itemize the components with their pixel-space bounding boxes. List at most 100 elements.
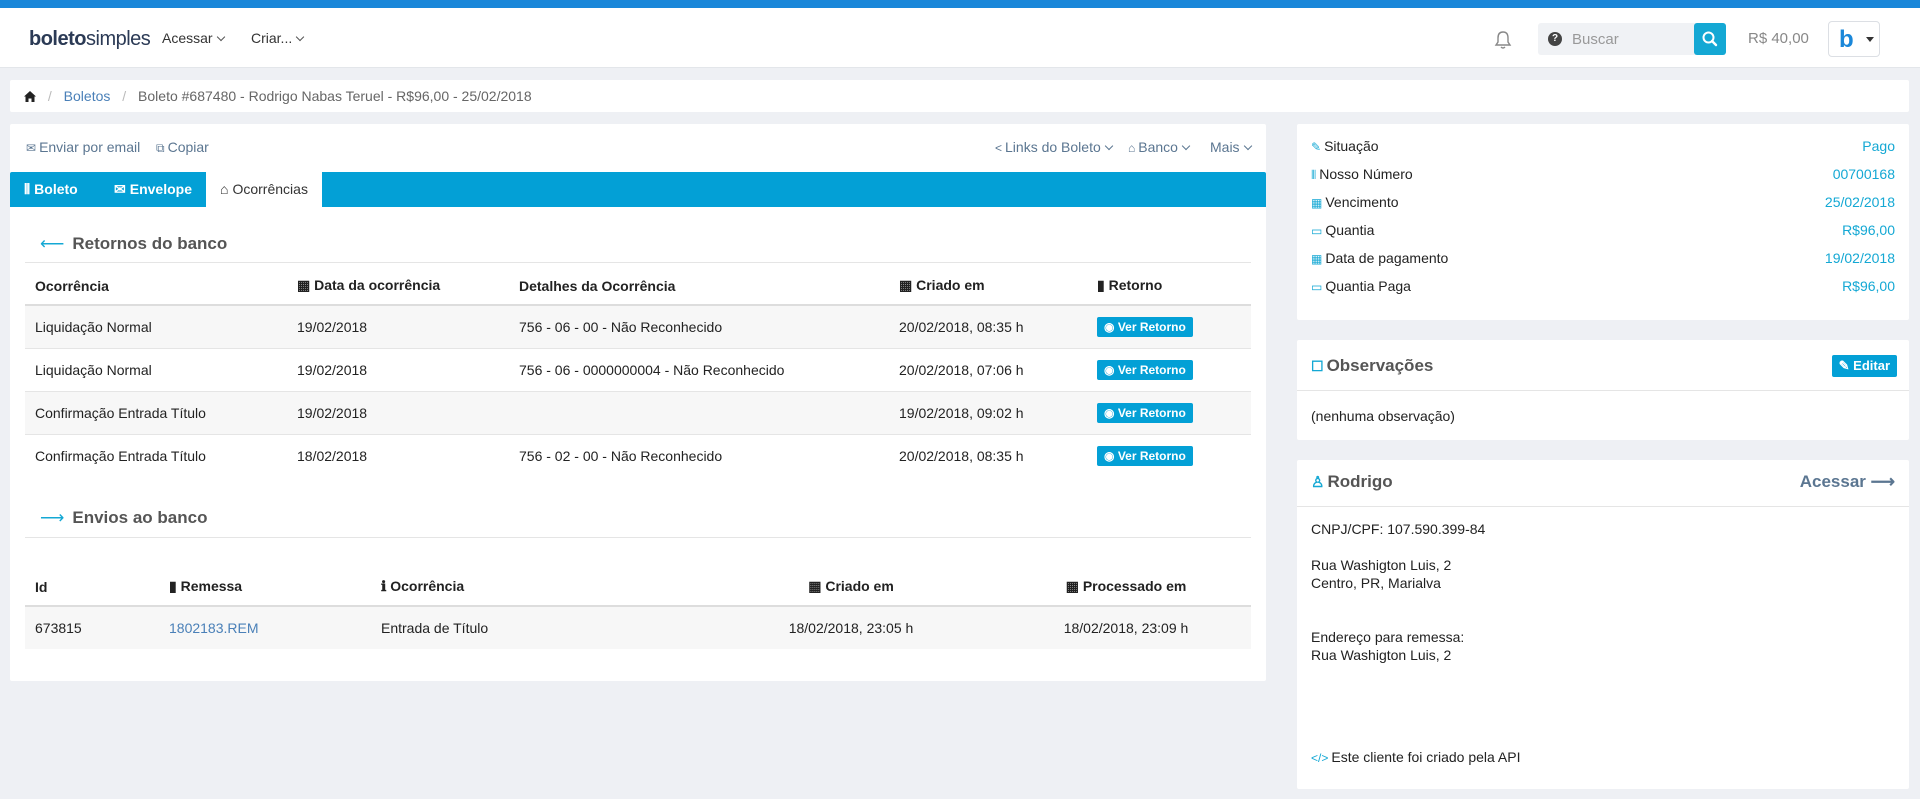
cell: ◉ Ver Retorno [1087, 304, 1251, 348]
cell: 20/02/2018, 08:35 h [889, 304, 1087, 348]
customer-address-line2: Centro, PR, Marialva [1311, 575, 1441, 591]
home-icon[interactable] [24, 91, 36, 102]
tab-envelope[interactable]: ✉ Envelope [100, 172, 206, 207]
info-row-nosso-numero: ⦀ Nosso Número 00700168 [1311, 166, 1895, 182]
toolbar: ✉ Enviar por email ⧉ Copiar < Links do Bole… [10, 124, 1266, 172]
col-retorno: ▮ Retorno [1087, 267, 1251, 306]
search-button[interactable] [1694, 23, 1726, 55]
info-row-situacao: ✎ Situação Pago [1311, 138, 1895, 154]
file-icon: ▮ [1097, 277, 1109, 293]
observacoes-text: (nenhuma observação) [1311, 408, 1455, 424]
cell: 19/02/2018 [287, 347, 509, 391]
cell [509, 390, 889, 434]
cell: 1802183.REM [159, 605, 371, 649]
top-accent-bar [0, 0, 1920, 8]
note-icon: ☐ [1311, 358, 1324, 374]
cell: 20/02/2018, 08:35 h [889, 433, 1087, 477]
banco-dropdown[interactable]: ⌂ Banco [1128, 139, 1191, 155]
search-input[interactable] [1572, 23, 1692, 55]
info-row-data-pagamento: ▦ Data de pagamento 19/02/2018 [1311, 250, 1895, 266]
cell: 756 - 06 - 00 - Não Reconhecido [509, 304, 889, 348]
cell: ◉ Ver Retorno [1087, 433, 1251, 477]
search-box: ? [1538, 23, 1698, 55]
info-row-quantia-paga: ▭ Quantia Paga R$96,00 [1311, 278, 1895, 294]
calendar-icon: ▦ [808, 578, 826, 594]
col-processado-em: ▦ Processado em [991, 568, 1251, 607]
chevron-down-icon [1181, 141, 1191, 151]
cell: 673815 [25, 605, 159, 649]
balance: R$ 40,00 [1748, 30, 1809, 47]
nav-acessar[interactable]: Acessar [162, 30, 225, 46]
pencil-icon: ✎ [1838, 358, 1854, 373]
chevron-down-icon [295, 32, 305, 42]
customer-acessar-link[interactable]: Acessar ⟶ [1800, 472, 1895, 492]
breadcrumb-current: Boleto #687480 - Rodrigo Nabas Teruel - … [138, 88, 532, 104]
ver-retorno-button[interactable]: ◉ Ver Retorno [1097, 402, 1193, 423]
cell: 19/02/2018 [287, 304, 509, 348]
envios-title: ⟶ Envios ao banco [40, 508, 208, 527]
chevron-down-icon [216, 32, 225, 42]
calendar-icon: ▦ [1311, 252, 1323, 266]
cell: 18/02/2018, 23:05 h [701, 605, 991, 649]
customer-address-line1: Rua Washigton Luis, 2 [1311, 557, 1452, 573]
mais-dropdown[interactable]: Mais [1210, 139, 1252, 155]
info-row-vencimento: ▦ Vencimento 25/02/2018 [1311, 194, 1895, 210]
cell: ◉ Ver Retorno [1087, 390, 1251, 434]
ver-retorno-button[interactable]: ◉ Ver Retorno [1097, 316, 1193, 337]
ver-retorno-button[interactable]: ◉ Ver Retorno [1097, 445, 1193, 466]
table-row: 673815 1802183.REM Entrada de Título 18/… [25, 605, 1251, 649]
navbar: boletosimples Acessar Criar... ? R$ 40,0… [0, 8, 1920, 68]
col-criado-em: ▦ Criado em [889, 267, 1087, 306]
info-icon: ℹ [381, 578, 391, 594]
share-icon: < [995, 141, 1003, 155]
breadcrumb-boletos[interactable]: Boletos [64, 88, 111, 104]
divider [1297, 506, 1909, 507]
col-data-ocorrencia: ▦ Data da ocorrência [287, 267, 509, 306]
account-menu-button[interactable]: b [1828, 21, 1880, 57]
bank-icon: ⌂ [1128, 141, 1136, 155]
money-icon: ▭ [1311, 280, 1323, 294]
tab-boleto[interactable]: ⦀ Boleto [10, 172, 92, 207]
chevron-down-icon [1243, 141, 1252, 151]
edit-icon: ✎ [1311, 140, 1322, 154]
breadcrumb: / Boletos / Boleto #687480 - Rodrigo Nab… [10, 80, 1909, 112]
barcode-icon: ⦀ [24, 181, 31, 197]
observacoes-title: ☐ Observações [1311, 356, 1434, 375]
remessa-link[interactable]: 1802183.REM [169, 620, 259, 636]
bell-icon[interactable] [1494, 30, 1512, 50]
logo[interactable]: boletosimples [29, 28, 151, 51]
remessa-label: Endereço para remessa: [1311, 629, 1465, 645]
eye-icon: ◉ [1104, 405, 1118, 420]
arrow-left-icon: ⟵ [40, 234, 65, 253]
cell: 20/02/2018, 07:06 h [889, 347, 1087, 391]
info-row-quantia: ▭ Quantia R$96,00 [1311, 222, 1895, 238]
observacoes-card: ☐ Observações ✎ Editar (nenhuma observaçã… [1297, 340, 1909, 440]
customer-card: ♙ Rodrigo Acessar ⟶ CNPJ/CPF: 107.590.399… [1297, 460, 1909, 789]
col-ocorrencia: Ocorrência [25, 267, 287, 306]
ver-retorno-button[interactable]: ◉ Ver Retorno [1097, 359, 1193, 380]
send-email-button[interactable]: ✉ Enviar por email [26, 139, 140, 155]
bank-icon: ⌂ [220, 181, 229, 197]
cell: 756 - 02 - 00 - Não Reconhecido [509, 433, 889, 477]
remessa-address: Rua Washigton Luis, 2 [1311, 647, 1452, 663]
table-row: Liquidação Normal 19/02/2018 756 - 06 - … [25, 304, 1251, 348]
calendar-icon: ▦ [297, 277, 315, 293]
copy-icon: ⧉ [156, 141, 165, 155]
tab-ocorrencias[interactable]: ⌂ Ocorrências [206, 172, 322, 207]
money-icon: ▭ [1311, 224, 1323, 238]
links-boleto-dropdown[interactable]: < Links do Boleto [995, 139, 1113, 155]
cell: ◉ Ver Retorno [1087, 347, 1251, 391]
table-row: Confirmação Entrada Título 18/02/2018 75… [25, 433, 1251, 477]
edit-button[interactable]: ✎ Editar [1831, 355, 1897, 377]
arrow-right-icon: ⟶ [40, 508, 65, 527]
col-remessa: ▮ Remessa [159, 568, 371, 607]
customer-cnpj: CNPJ/CPF: 107.590.399-84 [1311, 521, 1486, 537]
cell: 19/02/2018 [287, 390, 509, 434]
envios-table: Id ▮ Remessa ℹ Ocorrência ▦ Criado em ▦ … [25, 568, 1251, 649]
cell: Confirmação Entrada Título [25, 433, 287, 477]
cell: Liquidação Normal [25, 347, 287, 391]
caret-down-icon [1866, 37, 1874, 42]
cell: Liquidação Normal [25, 304, 287, 348]
copy-button[interactable]: ⧉ Copiar [156, 139, 209, 156]
nav-criar[interactable]: Criar... [251, 30, 305, 46]
